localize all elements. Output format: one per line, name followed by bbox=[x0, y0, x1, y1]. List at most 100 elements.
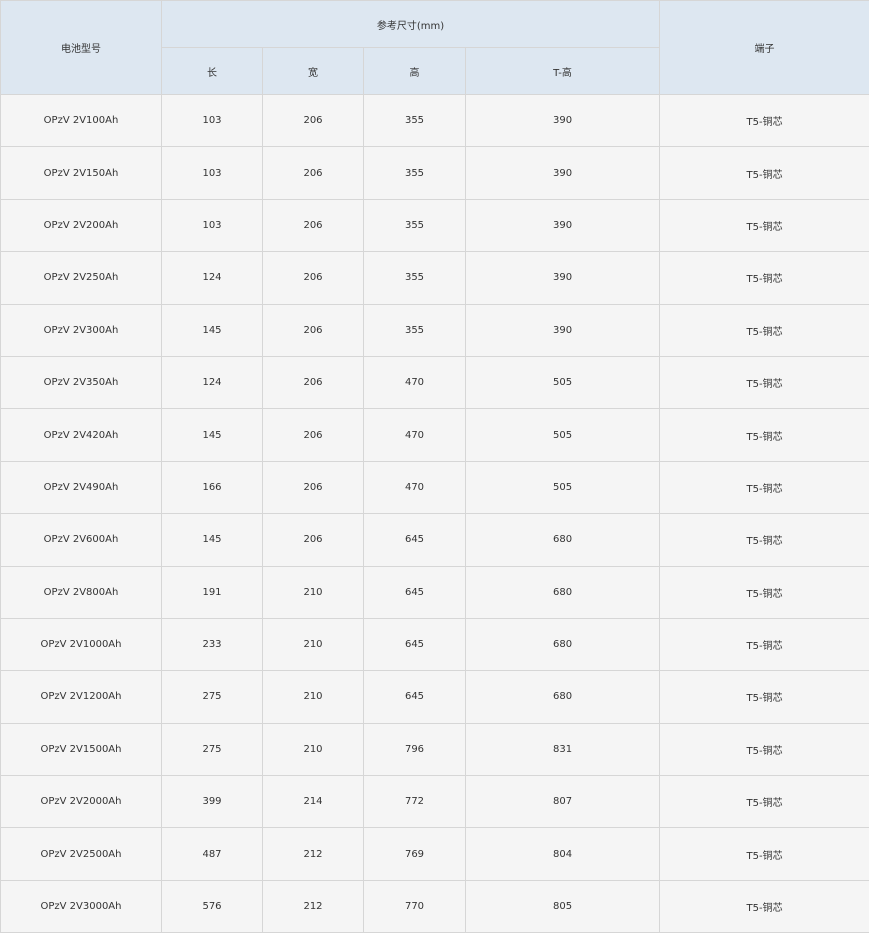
table-row: OPzV 2V300Ah 145 206 355 390 T5-铜芯 bbox=[0, 303, 869, 357]
cell-total-height: 505 bbox=[464, 355, 661, 410]
table-header: 电池型号 参考尺寸(mm) 端子 长 宽 高 T-高 bbox=[0, 0, 869, 95]
cell-terminal: T5-铜芯 bbox=[659, 355, 869, 410]
cell-width: 212 bbox=[262, 879, 364, 934]
cell-width: 206 bbox=[262, 408, 364, 462]
cell-length: 145 bbox=[161, 513, 263, 567]
cell-length: 275 bbox=[161, 670, 263, 724]
cell-model: OPzV 2V250Ah bbox=[0, 251, 162, 305]
cell-model: OPzV 2V350Ah bbox=[0, 355, 162, 410]
cell-terminal: T5-铜芯 bbox=[659, 93, 869, 148]
cell-width: 206 bbox=[262, 355, 364, 410]
header-dimensions-group: 参考尺寸(mm) bbox=[160, 0, 661, 48]
cell-model: OPzV 2V1000Ah bbox=[0, 617, 162, 672]
cell-length: 103 bbox=[161, 93, 263, 148]
cell-length: 103 bbox=[161, 198, 263, 253]
cell-height: 355 bbox=[363, 198, 466, 253]
cell-height: 355 bbox=[363, 93, 466, 148]
cell-width: 210 bbox=[262, 565, 364, 619]
table-row: OPzV 2V600Ah 145 206 645 680 T5-铜芯 bbox=[0, 513, 869, 567]
cell-terminal: T5-铜芯 bbox=[659, 827, 869, 881]
cell-model: OPzV 2V2500Ah bbox=[0, 827, 162, 881]
cell-length: 145 bbox=[161, 303, 263, 357]
header-row-top: 电池型号 参考尺寸(mm) 端子 bbox=[0, 0, 869, 95]
cell-model: OPzV 2V490Ah bbox=[0, 460, 162, 515]
table-body: OPzV 2V100Ah 103 206 355 390 T5-铜芯 OPzV 2V150A… bbox=[0, 93, 869, 934]
table-row: OPzV 2V350Ah 124 206 470 505 T5-铜芯 bbox=[0, 355, 869, 410]
cell-length: 399 bbox=[161, 775, 263, 829]
cell-total-height: 390 bbox=[464, 303, 661, 357]
cell-width: 206 bbox=[262, 251, 364, 305]
table-row: OPzV 2V1000Ah 233 210 645 680 T5-铜芯 bbox=[0, 617, 869, 672]
cell-model: OPzV 2V200Ah bbox=[0, 198, 162, 253]
cell-length: 191 bbox=[161, 565, 263, 619]
cell-height: 470 bbox=[363, 460, 466, 515]
table-row: OPzV 2V2500Ah 487 212 769 804 T5-铜芯 bbox=[0, 827, 869, 881]
table-row: OPzV 2V1200Ah 275 210 645 680 T5-铜芯 bbox=[0, 670, 869, 724]
cell-height: 355 bbox=[363, 146, 466, 200]
cell-terminal: T5-铜芯 bbox=[659, 775, 869, 829]
cell-total-height: 680 bbox=[464, 513, 661, 567]
cell-model: OPzV 2V420Ah bbox=[0, 408, 162, 462]
cell-terminal: T5-铜芯 bbox=[659, 617, 869, 672]
cell-width: 210 bbox=[262, 670, 364, 724]
cell-height: 796 bbox=[363, 722, 466, 777]
header-height: 高 bbox=[363, 47, 466, 95]
cell-model: OPzV 2V100Ah bbox=[0, 93, 162, 148]
table-row: OPzV 2V420Ah 145 206 470 505 T5-铜芯 bbox=[0, 408, 869, 462]
cell-width: 206 bbox=[262, 146, 364, 200]
cell-height: 770 bbox=[363, 879, 466, 934]
cell-model: OPzV 2V150Ah bbox=[0, 146, 162, 200]
cell-height: 355 bbox=[363, 303, 466, 357]
cell-length: 166 bbox=[161, 460, 263, 515]
cell-model: OPzV 2V300Ah bbox=[0, 303, 162, 357]
cell-model: OPzV 2V2000Ah bbox=[0, 775, 162, 829]
table-row: OPzV 2V100Ah 103 206 355 390 T5-铜芯 bbox=[0, 93, 869, 148]
cell-model: OPzV 2V1200Ah bbox=[0, 670, 162, 724]
cell-model: OPzV 2V600Ah bbox=[0, 513, 162, 567]
cell-total-height: 390 bbox=[464, 198, 661, 253]
cell-height: 645 bbox=[363, 670, 466, 724]
cell-width: 210 bbox=[262, 722, 364, 777]
table-row: OPzV 2V150Ah 103 206 355 390 T5-铜芯 bbox=[0, 146, 869, 200]
cell-terminal: T5-铜芯 bbox=[659, 303, 869, 357]
cell-terminal: T5-铜芯 bbox=[659, 198, 869, 253]
table-row: OPzV 2V2000Ah 399 214 772 807 T5-铜芯 bbox=[0, 775, 869, 829]
cell-total-height: 390 bbox=[464, 251, 661, 305]
table-row: OPzV 2V1500Ah 275 210 796 831 T5-铜芯 bbox=[0, 722, 869, 777]
cell-total-height: 807 bbox=[464, 775, 661, 829]
cell-terminal: T5-铜芯 bbox=[659, 670, 869, 724]
header-length: 长 bbox=[161, 47, 263, 95]
table-row: OPzV 2V3000Ah 576 212 770 805 T5-铜芯 bbox=[0, 879, 869, 934]
table-row: OPzV 2V490Ah 166 206 470 505 T5-铜芯 bbox=[0, 460, 869, 515]
cell-width: 214 bbox=[262, 775, 364, 829]
cell-height: 645 bbox=[363, 565, 466, 619]
table-row: OPzV 2V200Ah 103 206 355 390 T5-铜芯 bbox=[0, 198, 869, 253]
cell-total-height: 390 bbox=[464, 93, 661, 148]
cell-terminal: T5-铜芯 bbox=[659, 460, 869, 515]
cell-total-height: 505 bbox=[464, 408, 661, 462]
cell-model: OPzV 2V1500Ah bbox=[0, 722, 162, 777]
cell-height: 470 bbox=[363, 355, 466, 410]
table-row: OPzV 2V800Ah 191 210 645 680 T5-铜芯 bbox=[0, 565, 869, 619]
battery-spec-table: 电池型号 参考尺寸(mm) 端子 长 宽 高 T-高 OPzV 2V100Ah 1… bbox=[0, 0, 869, 934]
cell-total-height: 680 bbox=[464, 565, 661, 619]
cell-model: OPzV 2V800Ah bbox=[0, 565, 162, 619]
cell-width: 206 bbox=[262, 460, 364, 515]
cell-length: 103 bbox=[161, 146, 263, 200]
cell-total-height: 680 bbox=[464, 670, 661, 724]
cell-length: 145 bbox=[161, 408, 263, 462]
cell-height: 769 bbox=[363, 827, 466, 881]
cell-width: 206 bbox=[262, 303, 364, 357]
cell-height: 645 bbox=[363, 513, 466, 567]
cell-length: 124 bbox=[161, 251, 263, 305]
cell-height: 355 bbox=[363, 251, 466, 305]
cell-height: 645 bbox=[363, 617, 466, 672]
header-width: 宽 bbox=[262, 47, 364, 95]
cell-height: 772 bbox=[363, 775, 466, 829]
cell-total-height: 831 bbox=[464, 722, 661, 777]
cell-terminal: T5-铜芯 bbox=[659, 722, 869, 777]
cell-total-height: 805 bbox=[464, 879, 661, 934]
cell-total-height: 680 bbox=[464, 617, 661, 672]
cell-width: 210 bbox=[262, 617, 364, 672]
header-total-height: T-高 bbox=[464, 47, 661, 95]
